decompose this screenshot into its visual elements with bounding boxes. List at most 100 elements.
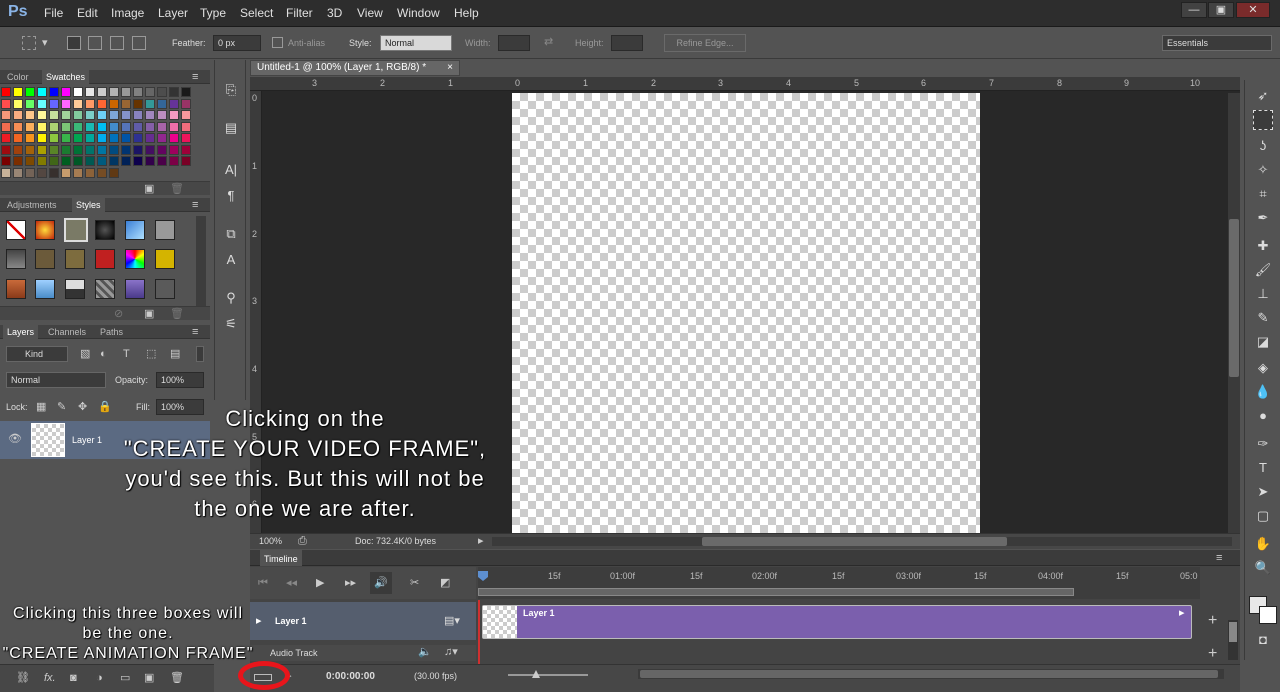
split-scissors-icon[interactable]: ✂ bbox=[410, 576, 419, 590]
trash-icon[interactable]: 🗑 bbox=[170, 307, 184, 321]
panel-menu-icon[interactable]: ≡ bbox=[1216, 551, 1222, 565]
color-swatch[interactable] bbox=[181, 87, 191, 97]
color-swatch[interactable] bbox=[37, 121, 47, 132]
previous-frame-icon[interactable]: ◂◂ bbox=[286, 576, 297, 590]
mask-icon[interactable]: ◙ bbox=[70, 671, 77, 685]
color-swatch[interactable] bbox=[145, 110, 155, 120]
shape-filter-icon[interactable]: ⬚ bbox=[146, 347, 156, 361]
next-frame-icon[interactable]: ▸▸ bbox=[345, 576, 356, 590]
color-swatch[interactable] bbox=[169, 156, 179, 166]
film-strip-icon[interactable]: ▤▾ bbox=[444, 614, 460, 628]
color-swatch[interactable] bbox=[157, 121, 167, 132]
close-tab-icon[interactable]: × bbox=[447, 61, 453, 75]
style-swatch[interactable] bbox=[35, 279, 55, 299]
color-swatch[interactable] bbox=[13, 167, 23, 178]
color-swatch[interactable] bbox=[121, 133, 131, 143]
color-swatch[interactable] bbox=[73, 98, 83, 109]
timeline-scrollbar[interactable] bbox=[1228, 620, 1238, 660]
chevron-down-icon[interactable]: ▾ bbox=[42, 36, 48, 50]
hand-tool-icon[interactable]: ✋ bbox=[1253, 534, 1273, 554]
color-swatch[interactable] bbox=[121, 98, 131, 109]
color-swatch[interactable] bbox=[109, 98, 119, 109]
color-swatch[interactable] bbox=[61, 144, 71, 155]
color-swatch[interactable] bbox=[49, 167, 59, 178]
color-swatch[interactable] bbox=[169, 87, 179, 97]
color-swatch[interactable] bbox=[157, 144, 167, 155]
color-swatch[interactable] bbox=[85, 156, 95, 166]
transition-icon[interactable]: ◩ bbox=[440, 576, 450, 590]
color-swatch[interactable] bbox=[25, 144, 35, 155]
menu-layer[interactable]: Layer bbox=[158, 6, 188, 20]
style-swatch[interactable] bbox=[6, 279, 26, 299]
style-swatch[interactable] bbox=[125, 279, 145, 299]
color-swatch[interactable] bbox=[1, 110, 11, 120]
color-swatch[interactable] bbox=[13, 98, 23, 109]
color-swatch[interactable] bbox=[181, 110, 191, 120]
color-swatch[interactable] bbox=[97, 98, 107, 109]
color-swatch[interactable] bbox=[133, 98, 143, 109]
workspace-select[interactable]: Essentials bbox=[1162, 35, 1272, 51]
scroll-thumb[interactable] bbox=[640, 670, 1218, 678]
width-input[interactable] bbox=[498, 35, 530, 51]
color-swatch[interactable] bbox=[181, 144, 191, 155]
color-swatch[interactable] bbox=[1, 133, 11, 143]
color-swatch[interactable] bbox=[97, 133, 107, 143]
horizontal-scrollbar[interactable] bbox=[492, 537, 1232, 546]
color-swatch[interactable] bbox=[25, 121, 35, 132]
tab-adjustments[interactable]: Adjustments bbox=[7, 200, 57, 210]
document-tab[interactable]: Untitled-1 @ 100% (Layer 1, RGB/8) * × bbox=[250, 60, 460, 76]
lock-brush-icon[interactable]: ✎ bbox=[57, 400, 66, 414]
color-swatch[interactable] bbox=[49, 87, 59, 97]
color-swatch[interactable] bbox=[121, 87, 131, 97]
menu-window[interactable]: Window bbox=[397, 6, 440, 20]
tab-styles[interactable]: Styles bbox=[72, 198, 105, 212]
color-swatch[interactable] bbox=[157, 133, 167, 143]
antialias-checkbox[interactable] bbox=[272, 37, 283, 48]
kind-filter-select[interactable]: Kind bbox=[6, 346, 68, 362]
style-none-icon[interactable] bbox=[6, 220, 26, 240]
color-swatch[interactable] bbox=[109, 110, 119, 120]
new-layer-icon[interactable]: ▣ bbox=[144, 671, 154, 685]
menu-file[interactable]: File bbox=[44, 6, 63, 20]
path-select-icon[interactable]: ➤ bbox=[1253, 482, 1273, 502]
color-swatch[interactable] bbox=[169, 98, 179, 109]
add-audio-icon[interactable]: + bbox=[1208, 646, 1217, 662]
color-swatch[interactable] bbox=[49, 156, 59, 166]
color-swatch[interactable] bbox=[13, 156, 23, 166]
eye-icon[interactable]: 👁 bbox=[8, 432, 22, 446]
swatch-grid[interactable] bbox=[0, 87, 194, 179]
color-swatch[interactable] bbox=[13, 87, 23, 97]
tab-channels[interactable]: Channels bbox=[48, 327, 86, 337]
menu-edit[interactable]: Edit bbox=[77, 6, 98, 20]
style-swatch[interactable] bbox=[6, 249, 26, 269]
style-swatch[interactable] bbox=[125, 220, 145, 240]
color-swatch[interactable] bbox=[169, 144, 179, 155]
color-swatch[interactable] bbox=[85, 133, 95, 143]
properties-icon[interactable]: ⚟ bbox=[221, 314, 241, 334]
color-swatch[interactable] bbox=[25, 98, 35, 109]
color-swatch[interactable] bbox=[73, 133, 83, 143]
quick-select-icon[interactable]: ✧ bbox=[1253, 160, 1273, 180]
menu-view[interactable]: View bbox=[357, 6, 383, 20]
refine-edge-button[interactable]: Refine Edge... bbox=[664, 34, 746, 52]
swap-icon[interactable]: ⇄ bbox=[544, 35, 553, 49]
timeline-layer-row[interactable]: ▸ Layer 1 ▤▾ bbox=[250, 602, 476, 640]
timeline-ruler[interactable]: 15f 01:00f 15f 02:00f 15f 03:00f 15f 04:… bbox=[478, 567, 1200, 599]
background-color-swatch[interactable] bbox=[1259, 606, 1277, 624]
color-swatch[interactable] bbox=[61, 167, 71, 178]
style-swatch[interactable] bbox=[125, 249, 145, 269]
menu-select[interactable]: Select bbox=[240, 6, 273, 20]
color-swatch[interactable] bbox=[133, 144, 143, 155]
color-swatch[interactable] bbox=[121, 156, 131, 166]
color-swatch[interactable] bbox=[97, 167, 107, 178]
tab-layers[interactable]: Layers bbox=[3, 325, 39, 339]
blend-mode-select[interactable]: Normal bbox=[6, 372, 106, 388]
type-tool-icon[interactable]: T bbox=[1253, 458, 1273, 478]
maximize-button[interactable]: ▣ bbox=[1208, 2, 1234, 18]
lasso-tool-icon[interactable]: ʖ bbox=[1253, 136, 1273, 156]
style-swatch[interactable] bbox=[35, 220, 55, 240]
color-swatch[interactable] bbox=[1, 87, 11, 97]
color-swatch[interactable] bbox=[145, 87, 155, 97]
intersect-selection-icon[interactable] bbox=[132, 36, 146, 50]
color-swatch[interactable] bbox=[133, 121, 143, 132]
